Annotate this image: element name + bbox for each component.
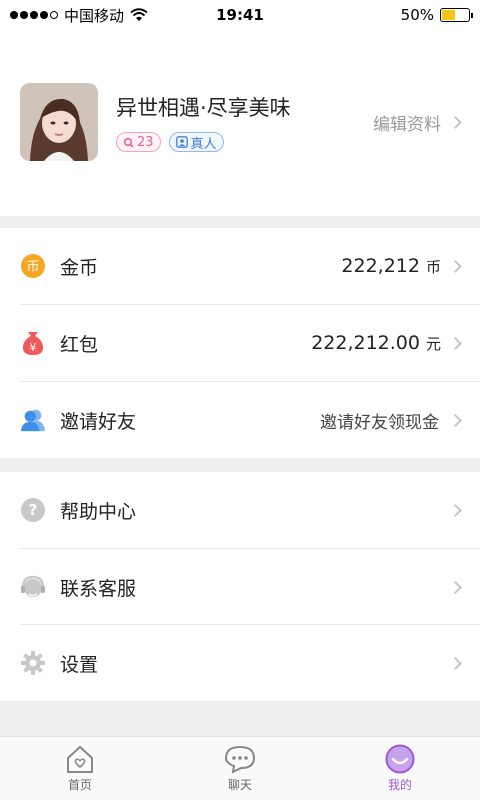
female-icon	[123, 137, 134, 148]
chevron-right-icon	[449, 656, 462, 670]
verified-person-icon	[175, 136, 188, 148]
chevron-right-icon	[449, 115, 462, 129]
chevron-right-icon	[449, 336, 462, 350]
age-value: 23	[137, 134, 154, 150]
section-divider	[0, 458, 480, 472]
invite-friends-icon	[20, 407, 46, 433]
battery-fill	[442, 10, 455, 20]
tab-mine-label: 我的	[387, 778, 412, 792]
section-divider	[0, 216, 480, 228]
gear-icon	[20, 650, 46, 676]
invite-label: 邀请好友	[60, 410, 137, 433]
chat-bubble-icon	[224, 745, 256, 774]
coins-label: 金币	[60, 256, 99, 279]
settings-row[interactable]: 设置	[0, 625, 480, 701]
coins-value-group: 222,212 币	[341, 255, 441, 277]
invite-hint: 邀请好友领现金	[320, 412, 439, 433]
edit-profile-link[interactable]: 编辑资料	[373, 110, 462, 135]
redpacket-unit: 元	[425, 335, 441, 353]
redpacket-label: 红包	[60, 333, 99, 356]
redpacket-value: 222,212.00	[311, 332, 420, 354]
redpacket-value-group: 222,212.00 元	[311, 332, 441, 354]
profile-badges: 23 真人	[116, 132, 373, 152]
coins-row[interactable]: 币 金币 222,212 币	[0, 228, 480, 304]
wifi-icon	[130, 8, 148, 21]
tab-chat-label: 聊天	[227, 778, 252, 792]
tab-home-label: 首页	[67, 778, 92, 792]
smiley-icon	[385, 744, 415, 774]
help-center-label: 帮助中心	[60, 500, 137, 523]
battery-percent: 50%	[400, 6, 434, 24]
status-bar: 中国移动 19:41 50%	[0, 0, 480, 30]
chevron-right-icon	[449, 503, 462, 517]
nickname: 异世相遇·尽享美味	[116, 96, 291, 120]
carrier-name: 中国移动	[64, 6, 125, 25]
verified-badge: 真人	[168, 132, 224, 152]
battery-icon	[440, 8, 473, 22]
settings-label: 设置	[60, 653, 99, 676]
svg-text:¥: ¥	[30, 341, 37, 354]
tab-home[interactable]: 首页	[0, 737, 160, 800]
chevron-right-icon	[449, 259, 462, 273]
signal-icon	[10, 11, 58, 19]
coin-icon: 币	[20, 253, 46, 279]
help-center-row[interactable]: ? 帮助中心	[0, 472, 480, 548]
verified-label: 真人	[190, 136, 217, 152]
redpacket-row[interactable]: ¥ 红包 222,212.00 元	[0, 305, 480, 381]
tab-chat[interactable]: 聊天	[160, 737, 320, 800]
profile-info: 异世相遇·尽享美味 23 真人	[116, 92, 373, 152]
battery-area: 50%	[400, 6, 473, 24]
help-icon: ?	[20, 497, 46, 523]
age-badge: 23	[116, 132, 161, 152]
headset-icon	[20, 574, 46, 600]
chevron-right-icon	[449, 413, 462, 427]
svg-text:币: 币	[26, 260, 39, 275]
avatar[interactable]	[20, 83, 98, 161]
coins-value: 222,212	[341, 255, 420, 277]
customer-service-label: 联系客服	[60, 577, 137, 600]
clock: 19:41	[216, 6, 264, 24]
carrier-area: 中国移动	[10, 5, 148, 26]
invite-row[interactable]: 邀请好友 邀请好友领现金	[0, 382, 480, 458]
edit-profile-label: 编辑资料	[373, 114, 441, 135]
chevron-right-icon	[449, 580, 462, 594]
profile-header[interactable]: 异世相遇·尽享美味 23 真人 编辑资料	[0, 80, 480, 164]
bottom-spacer	[0, 701, 480, 736]
redpacket-icon: ¥	[20, 330, 46, 356]
avatar-image	[20, 83, 98, 161]
tab-bar: 首页 聊天 我的	[0, 736, 480, 800]
customer-service-row[interactable]: 联系客服	[0, 549, 480, 625]
coins-unit: 币	[425, 258, 441, 276]
tab-mine[interactable]: 我的	[320, 737, 480, 800]
home-icon	[67, 746, 93, 773]
svg-text:?: ?	[29, 501, 38, 519]
